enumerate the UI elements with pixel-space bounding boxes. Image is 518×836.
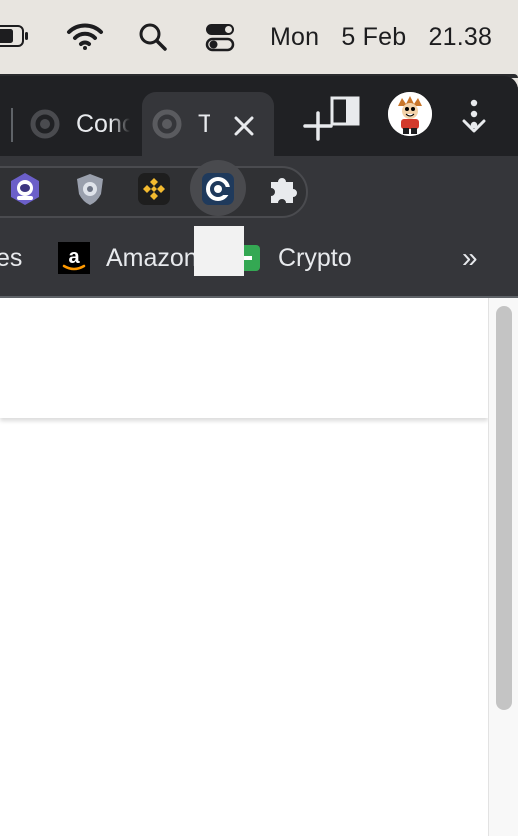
more-options-icon[interactable] <box>466 98 482 130</box>
svg-text:a: a <box>68 246 80 268</box>
bookmark-label: Amazon <box>106 243 198 272</box>
menu-bar-clock[interactable]: Mon 5 Feb 21.38 <box>270 20 492 54</box>
macos-menu-bar: Mon 5 Feb 21.38 <box>0 0 518 74</box>
bookmark-item[interactable]: es <box>0 238 22 278</box>
clock-day: Mon <box>270 23 320 51</box>
bookmark-folder-crypto[interactable]: Crypto <box>230 238 352 278</box>
clock-date: 5 Feb <box>341 23 407 51</box>
bookmark-amazon[interactable]: a Amazon <box>58 238 198 278</box>
profile-avatar[interactable] <box>388 92 432 136</box>
bookmark-label: Crypto <box>278 243 352 272</box>
bookmarks-overflow-chevron[interactable]: » <box>462 238 478 278</box>
page-header-bar <box>0 298 488 418</box>
at-sign-extension-icon[interactable] <box>201 172 235 206</box>
side-panel-icon[interactable] <box>330 96 360 126</box>
tab-favicon-icon <box>152 109 182 139</box>
shield-extension-icon[interactable] <box>73 172 107 206</box>
clock-time: 21.38 <box>428 23 493 51</box>
browser-toolbar <box>0 156 518 220</box>
tab-separator <box>11 108 13 142</box>
browser-window: Conc T es a Amazon Crypto » <box>0 76 518 836</box>
tab-active[interactable]: T <box>142 92 274 156</box>
battery-icon[interactable] <box>0 25 29 47</box>
close-tab-icon[interactable] <box>232 114 256 138</box>
spotlight-search-icon[interactable] <box>138 22 168 52</box>
extensions-puzzle-icon[interactable] <box>266 172 300 206</box>
bookmark-label: es <box>0 243 23 272</box>
tab-favicon-icon <box>30 109 60 139</box>
scrollbar-thumb[interactable] <box>496 306 512 710</box>
astronaut-extension-icon[interactable] <box>8 172 42 206</box>
tab-strip: Conc T <box>0 76 518 156</box>
page-viewport <box>0 296 518 836</box>
binance-extension-icon[interactable] <box>137 172 171 206</box>
bookmarks-bar: es a Amazon Crypto » <box>0 220 518 294</box>
tab-title: T <box>198 109 210 138</box>
wifi-icon[interactable] <box>66 22 104 50</box>
tooltip-placeholder <box>194 226 244 276</box>
tab-title: Conc <box>76 109 130 138</box>
tab-inactive[interactable]: Conc <box>20 92 130 156</box>
amazon-icon: a <box>58 242 90 274</box>
control-center-icon[interactable] <box>204 22 236 52</box>
